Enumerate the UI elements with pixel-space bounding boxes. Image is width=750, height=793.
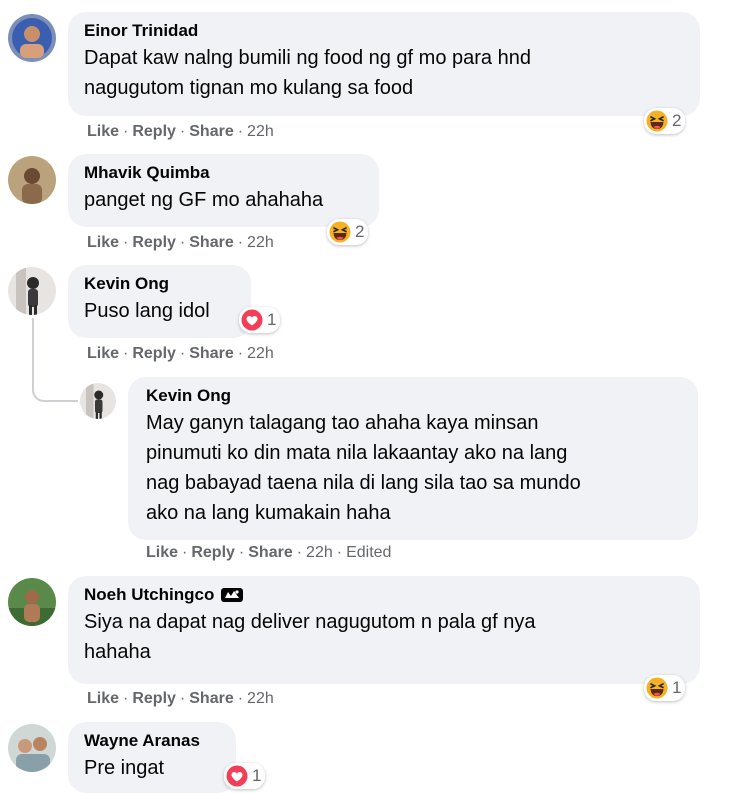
comment-text: Puso lang idol	[84, 300, 210, 322]
reply-button[interactable]: Reply	[132, 689, 176, 709]
reaction-summary[interactable]: 2	[644, 108, 686, 134]
share-button[interactable]: Share	[189, 122, 233, 142]
reply-bubble: Kevin Ong May ganyn talagang tao ahaha k…	[128, 377, 698, 540]
like-button[interactable]: Like	[87, 233, 119, 253]
top-fan-badge-icon[interactable]	[220, 586, 244, 604]
share-button[interactable]: Share	[189, 233, 233, 253]
comment-text: panget ng GF mo ahahaha	[84, 189, 324, 211]
avatar-noeh-utchingco[interactable]	[8, 578, 56, 626]
timestamp[interactable]: 22h	[306, 543, 333, 563]
haha-emoji-icon	[646, 677, 668, 699]
heart-reaction-icon	[226, 765, 248, 787]
like-button[interactable]: Like	[87, 689, 119, 709]
comment-author: Noeh Utchingco	[84, 585, 684, 605]
comment-actions: Like · Reply · Share · 22h	[87, 233, 274, 253]
avatar-kevin-ong[interactable]	[8, 267, 56, 315]
reaction-summary[interactable]: 1	[239, 307, 281, 333]
comment-bubble: Noeh Utchingco Siya na dapat nag deliver…	[68, 576, 700, 684]
comment-author[interactable]: Einor Trinidad	[84, 21, 684, 41]
haha-emoji-icon	[646, 110, 668, 132]
reaction-count: 2	[355, 222, 365, 241]
timestamp[interactable]: 22h	[247, 689, 274, 709]
reaction-summary[interactable]: 1	[644, 675, 686, 701]
edited-label[interactable]: Edited	[346, 543, 391, 563]
comment-text: May ganyn talagang tao ahaha kaya minsan…	[146, 412, 581, 524]
avatar-wayne-aranas[interactable]	[8, 724, 56, 772]
like-button[interactable]: Like	[87, 344, 119, 364]
reply-button[interactable]: Reply	[191, 543, 235, 563]
reaction-count: 2	[672, 111, 682, 130]
avatar-mhavik-quimba[interactable]	[8, 156, 56, 204]
comment-actions: Like · Reply · Share · 22h	[87, 122, 274, 142]
reaction-count: 1	[267, 310, 277, 329]
comment-actions: Like · Reply · Share · 22h	[87, 344, 274, 364]
comment-bubble: Einor Trinidad Dapat kaw nalng bumili ng…	[68, 12, 700, 116]
reply-button[interactable]: Reply	[132, 233, 176, 253]
comment-author[interactable]: Kevin Ong	[146, 386, 682, 406]
comment-author[interactable]: Mhavik Quimba	[84, 163, 363, 183]
comment-bubble: Mhavik Quimba panget ng GF mo ahahaha	[68, 154, 379, 227]
share-button[interactable]: Share	[189, 689, 233, 709]
comment-bubble: Wayne Aranas Pre ingat	[68, 722, 236, 793]
comment-actions: Like · Reply · Share · 22h · Edited	[146, 543, 392, 563]
reaction-count: 1	[252, 766, 262, 785]
reaction-summary[interactable]: 1	[224, 763, 266, 789]
avatar-einor-trinidad[interactable]	[8, 14, 56, 62]
reply-button[interactable]: Reply	[132, 344, 176, 364]
reaction-summary[interactable]: 2	[327, 219, 369, 245]
comment-author[interactable]: Kevin Ong	[84, 274, 235, 294]
like-button[interactable]: Like	[146, 543, 178, 563]
comment-author[interactable]: Wayne Aranas	[84, 731, 220, 751]
comment-text: Dapat kaw nalng bumili ng food ng gf mo …	[84, 47, 531, 99]
timestamp[interactable]: 22h	[247, 233, 274, 253]
comment-text: Pre ingat	[84, 757, 165, 779]
reply-button[interactable]: Reply	[132, 122, 176, 142]
like-button[interactable]: Like	[87, 122, 119, 142]
heart-reaction-icon	[241, 309, 263, 331]
share-button[interactable]: Share	[248, 543, 292, 563]
haha-emoji-icon	[329, 221, 351, 243]
timestamp[interactable]: 22h	[247, 122, 274, 142]
author-name[interactable]: Noeh Utchingco	[84, 585, 214, 605]
comment-bubble: Kevin Ong Puso lang idol	[68, 265, 251, 338]
avatar-kevin-ong-reply[interactable]	[80, 383, 116, 419]
share-button[interactable]: Share	[189, 344, 233, 364]
comment-text: Siya na dapat nag deliver nagugutom n pa…	[84, 611, 536, 663]
reaction-count: 1	[672, 678, 682, 697]
comment-actions: Like · Reply · Share · 22h	[87, 689, 274, 709]
timestamp[interactable]: 22h	[247, 344, 274, 364]
